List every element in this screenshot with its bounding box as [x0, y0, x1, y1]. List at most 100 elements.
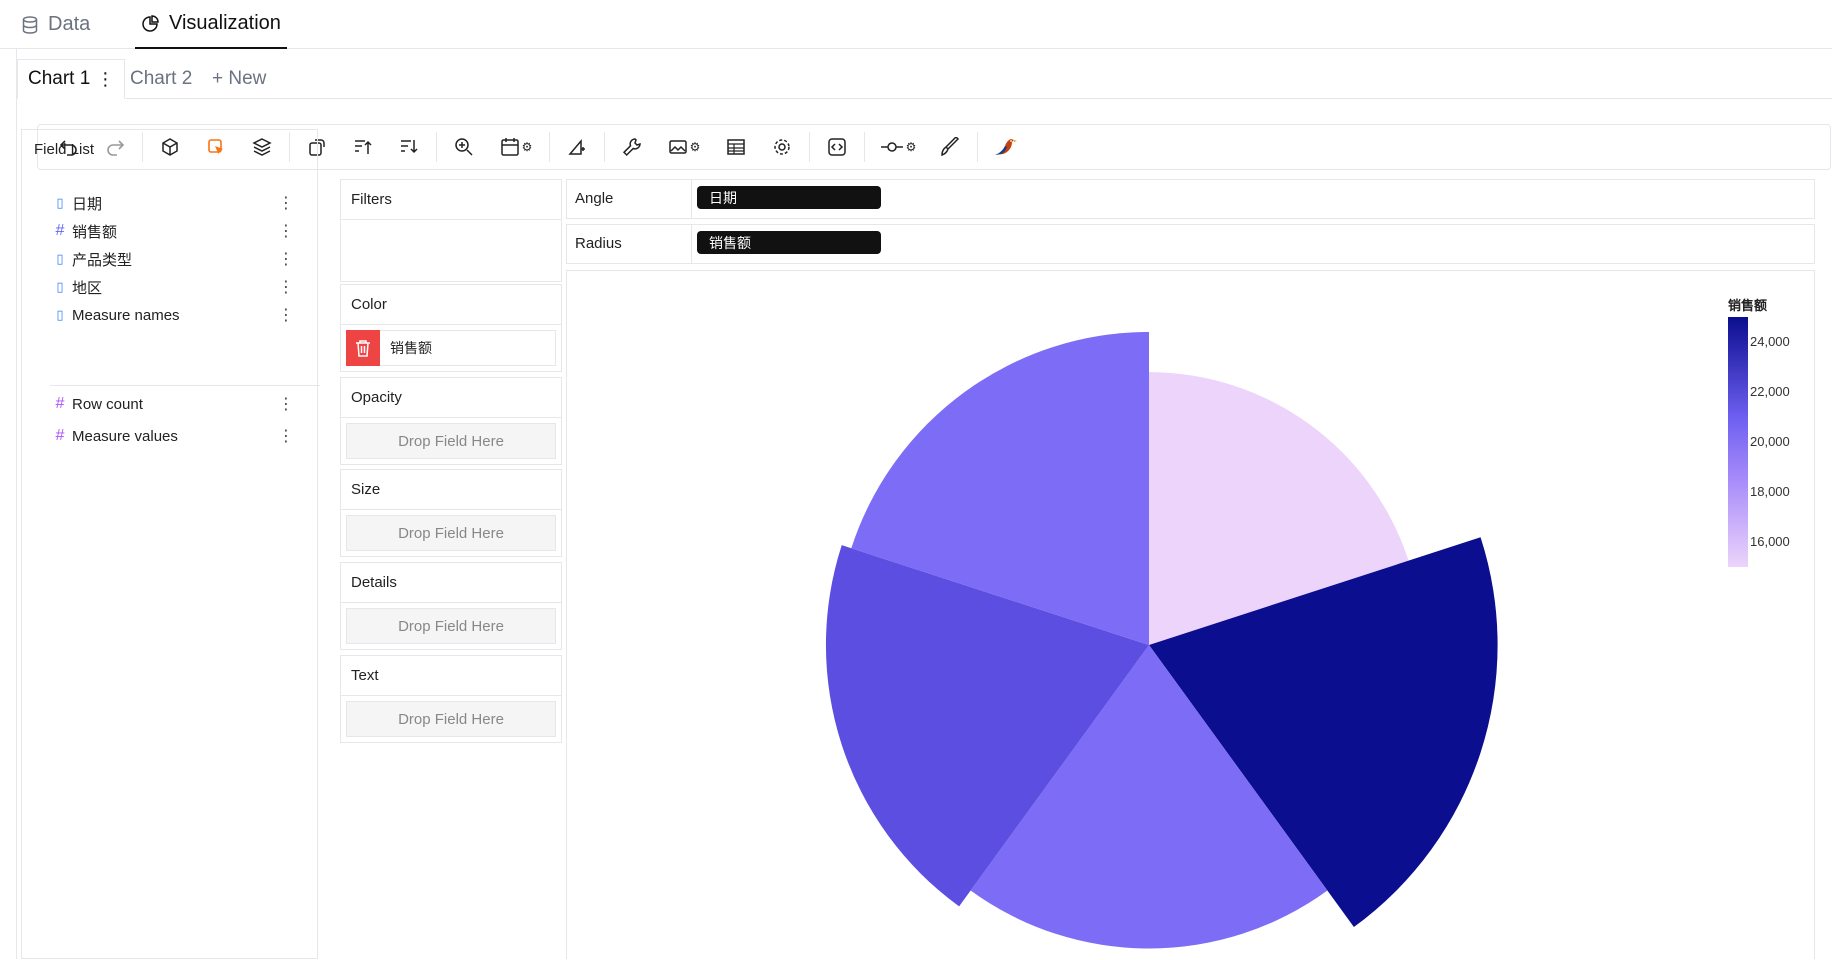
radius-label: Radius: [575, 235, 622, 252]
text-title: Text: [341, 656, 561, 696]
radius-shelf: Radius 销售额: [566, 224, 1815, 264]
geometry-button[interactable]: [560, 130, 594, 164]
text-drop-zone[interactable]: Drop Field Here: [346, 701, 556, 737]
field-menu-icon[interactable]: ⋮: [278, 426, 294, 446]
field-item-date[interactable]: ▯ 日期 ⋮: [52, 188, 322, 218]
color-channel: Color 销售额: [340, 284, 562, 372]
toolbar-divider: [604, 132, 605, 162]
top-navigation: Data Visualization: [0, 0, 1832, 49]
document-icon: ▯: [56, 251, 64, 266]
tools-button[interactable]: [615, 130, 649, 164]
size-drop-zone[interactable]: Drop Field Here: [346, 515, 556, 551]
angle-label: Angle: [575, 190, 614, 207]
field-menu-icon[interactable]: ⋮: [278, 193, 294, 213]
table-view-button[interactable]: [719, 130, 753, 164]
delete-field-button[interactable]: [346, 330, 380, 366]
brush-button[interactable]: [933, 130, 967, 164]
field-label: Measure values: [72, 427, 178, 445]
size-title: Size: [341, 470, 561, 510]
field-item-measure-names[interactable]: ▯ Measure names ⋮: [52, 300, 322, 330]
field-label: 日期: [72, 195, 103, 213]
code-export-button[interactable]: [820, 130, 854, 164]
tab-visualization[interactable]: Visualization: [135, 0, 287, 49]
hash-icon: #: [55, 222, 65, 239]
color-title: Color: [341, 285, 561, 325]
sort-ascending-button[interactable]: [346, 130, 380, 164]
field-item-region[interactable]: ▯ 地区 ⋮: [52, 272, 322, 302]
details-drop-zone[interactable]: Drop Field Here: [346, 608, 556, 644]
field-label: Row count: [72, 395, 143, 413]
field-menu-icon[interactable]: ⋮: [278, 221, 294, 241]
zoom-in-icon: [455, 138, 473, 156]
hash-icon: #: [55, 395, 65, 412]
field-item-measure-values[interactable]: # Measure values ⋮: [52, 421, 322, 451]
chart-tabs: Chart 1 ⋮ Chart 2 + New: [17, 59, 1832, 99]
sort-descending-icon: [401, 140, 418, 154]
tab-chart-2[interactable]: Chart 2: [130, 59, 192, 99]
zoom-button[interactable]: [447, 130, 481, 164]
opacity-drop-zone[interactable]: Drop Field Here: [346, 423, 556, 459]
document-icon: ▯: [56, 195, 64, 210]
sort-ascending-icon: [355, 140, 372, 154]
field-item-sales[interactable]: # 销售额 ⋮: [52, 216, 322, 246]
tab-chart-2-label: Chart 2: [130, 68, 193, 89]
image-icon: [668, 140, 687, 154]
field-menu-icon[interactable]: ⋮: [278, 249, 294, 269]
field-menu-icon[interactable]: ⋮: [278, 305, 294, 325]
hash-icon: #: [55, 427, 65, 444]
legend-tick: 16,000: [1750, 534, 1790, 549]
radius-field-pill[interactable]: 销售额: [697, 231, 881, 254]
color-field-pill[interactable]: 销售额: [346, 330, 556, 366]
legend-title: 销售额: [1728, 298, 1768, 313]
database-icon: [22, 15, 38, 34]
tab-data[interactable]: Data: [22, 0, 90, 49]
settings-gear-icon: ⚙: [521, 140, 533, 154]
config-button[interactable]: [765, 130, 799, 164]
code-icon: [828, 138, 846, 156]
new-chart-button[interactable]: + New: [212, 59, 266, 99]
settings-gear-icon: ⚙: [905, 140, 917, 154]
angle-field-pill[interactable]: 日期: [697, 186, 881, 209]
field-list-divider: [50, 385, 320, 386]
opacity-channel: Opacity Drop Field Here: [340, 377, 562, 465]
tab-data-label: Data: [48, 13, 91, 35]
triangle-ruler-icon: [568, 138, 585, 155]
details-title: Details: [341, 563, 561, 603]
bird-icon: [995, 139, 1017, 155]
tab-chart-1[interactable]: Chart 1 ⋮: [17, 59, 126, 99]
new-chart-label: + New: [212, 68, 267, 89]
rose-chart: [825, 317, 1748, 949]
field-item-product-type[interactable]: ▯ 产品类型 ⋮: [52, 244, 322, 274]
gear-icon: [774, 139, 790, 155]
field-menu-icon[interactable]: ⋮: [278, 394, 294, 414]
field-menu-icon[interactable]: ⋮: [278, 277, 294, 297]
document-icon: ▯: [56, 279, 64, 294]
tab-chart-1-label: Chart 1: [28, 68, 91, 89]
export-image-button[interactable]: ⚙: [661, 130, 707, 164]
legend-tick: 20,000: [1750, 434, 1790, 449]
angle-shelf: Angle 日期: [566, 179, 1815, 219]
filters-title: Filters: [341, 180, 561, 220]
bird-logo-button[interactable]: [988, 130, 1022, 164]
tab-visualization-label: Visualization: [169, 12, 281, 34]
filters-drop-zone[interactable]: [341, 220, 561, 280]
kebab-menu-icon[interactable]: ⋮: [96, 69, 114, 90]
legend-tick: 22,000: [1750, 384, 1790, 399]
toolbar-divider: [977, 132, 978, 162]
toolbar-divider: [809, 132, 810, 162]
wrench-icon: [622, 138, 641, 157]
commit-button[interactable]: ⚙: [875, 130, 921, 164]
toolbar-divider: [864, 132, 865, 162]
table-icon: [727, 139, 745, 155]
toolbar-divider: [549, 132, 550, 162]
canvas-size-button[interactable]: ⚙: [493, 130, 539, 164]
size-channel: Size Drop Field Here: [340, 469, 562, 557]
sort-descending-button[interactable]: [392, 130, 426, 164]
calendar-grid-icon: [500, 138, 519, 156]
filters-channel: Filters: [340, 179, 562, 282]
field-item-row-count[interactable]: # Row count ⋮: [52, 389, 322, 419]
field-label: 产品类型: [72, 251, 133, 269]
field-label: Measure names: [72, 306, 180, 324]
legend-tick: 18,000: [1750, 484, 1790, 499]
color-legend-gradient: [1728, 317, 1748, 567]
